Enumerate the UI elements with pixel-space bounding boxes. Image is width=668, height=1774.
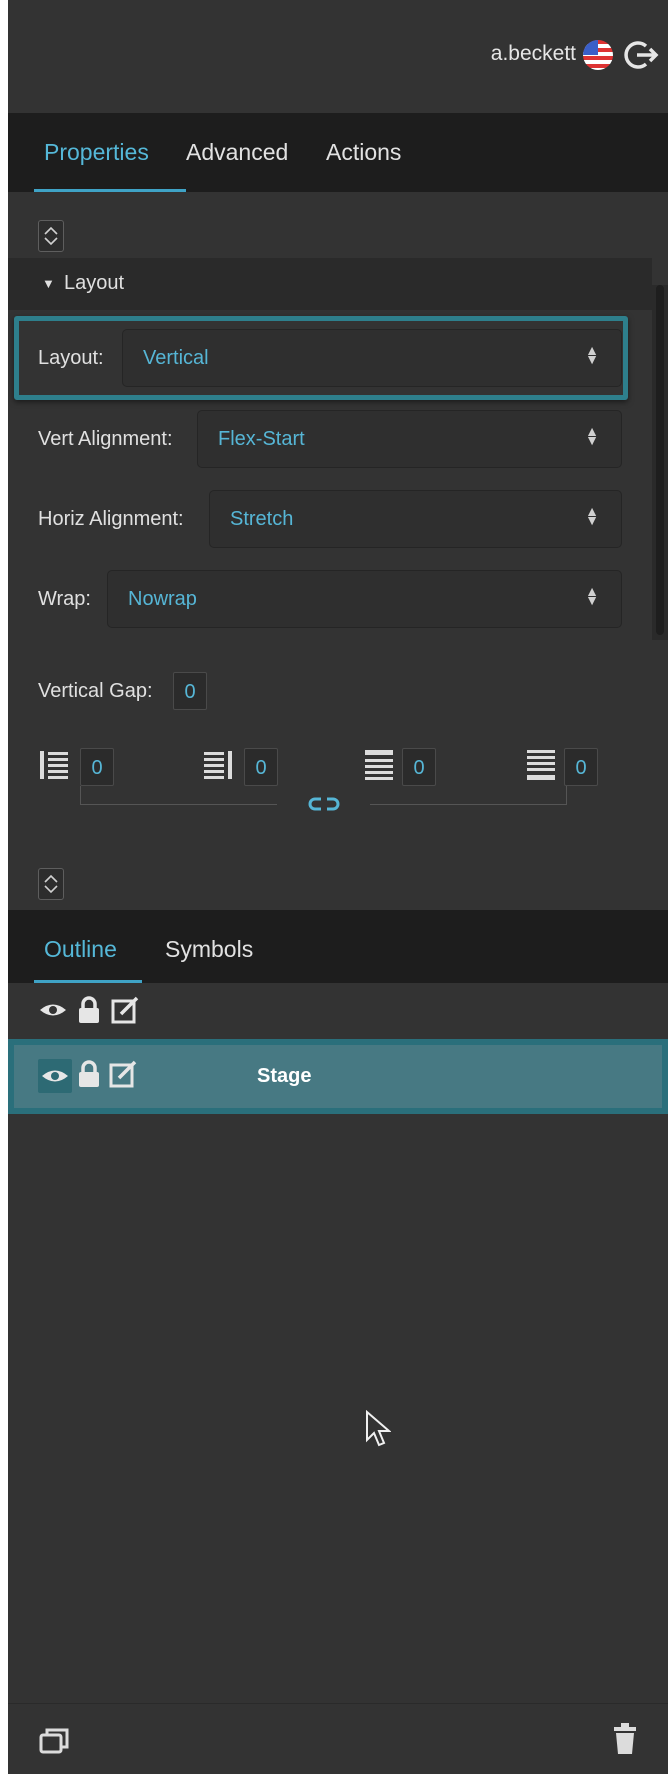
select-arrows-icon: ▲ ▼ <box>585 342 599 367</box>
link-bracket-left <box>80 786 277 805</box>
tab-symbols[interactable]: Symbols <box>165 936 253 963</box>
wrap-value: Nowrap <box>128 588 197 610</box>
vert-alignment-label: Vert Alignment: <box>38 428 173 450</box>
layout-label: Layout: <box>38 347 104 369</box>
tab-properties[interactable]: Properties <box>44 139 149 166</box>
select-arrows-icon: ▲ ▼ <box>585 583 599 608</box>
select-arrows-icon: ▲ ▼ <box>585 503 599 528</box>
horiz-alignment-row: Horiz Alignment: Stretch ▲ ▼ <box>8 490 652 548</box>
link-icon[interactable] <box>308 794 340 814</box>
padding-left-icon <box>40 751 68 779</box>
collapse-expand-icon <box>44 226 58 246</box>
collapse-toggle-button-bottom[interactable] <box>38 868 64 900</box>
stage-row-inner: Stage <box>14 1045 662 1108</box>
outline-footer <box>8 1703 668 1774</box>
tab-advanced[interactable]: Advanced <box>186 139 288 166</box>
layout-row: Layout: Vertical ▲ ▼ <box>8 329 652 387</box>
horiz-alignment-value: Stretch <box>230 508 294 530</box>
us-flag-icon[interactable] <box>583 40 613 70</box>
outline-tabbar: Outline Symbols <box>8 910 668 983</box>
horiz-alignment-select[interactable]: Stretch ▲ ▼ <box>209 490 622 548</box>
stage-name: Stage <box>257 1065 312 1087</box>
padding-row: 0 0 0 0 <box>8 740 652 820</box>
padding-bottom-icon <box>527 750 555 780</box>
properties-panel: ▼ Layout Layout: Vertical ▲ ▼ Vert Alignm… <box>8 192 668 910</box>
vert-alignment-value: Flex-Start <box>218 428 305 450</box>
padding-right-input[interactable]: 0 <box>244 748 278 786</box>
padding-right-icon <box>204 751 232 779</box>
expand-triangle-icon: ▼ <box>42 276 55 291</box>
mouse-cursor-icon <box>366 1410 391 1447</box>
trash-icon[interactable] <box>612 1722 638 1756</box>
layout-section-header[interactable]: ▼ Layout <box>8 258 652 310</box>
padding-left-input[interactable]: 0 <box>80 748 114 786</box>
properties-scrollbar[interactable] <box>652 285 668 640</box>
tab-outline[interactable]: Outline <box>44 936 117 963</box>
padding-top-input[interactable]: 0 <box>402 748 436 786</box>
vertical-gap-input[interactable]: 0 <box>173 672 207 710</box>
vertical-gap-label: Vertical Gap: <box>38 680 153 702</box>
vert-alignment-row: Vert Alignment: Flex-Start ▲ ▼ <box>8 410 652 468</box>
layout-select[interactable]: Vertical ▲ ▼ <box>122 329 622 387</box>
username[interactable]: a.beckett <box>491 42 576 66</box>
duplicate-icon[interactable] <box>38 1726 70 1756</box>
horiz-alignment-label: Horiz Alignment: <box>38 508 184 530</box>
outline-panel: Stage <box>8 983 668 1703</box>
collapse-expand-icon <box>44 874 58 894</box>
top-bar: a.beckett <box>8 0 668 113</box>
outline-header-icons <box>38 993 148 1027</box>
vert-alignment-select[interactable]: Flex-Start ▲ ▼ <box>197 410 622 468</box>
edit-icon[interactable] <box>110 995 140 1025</box>
tab-actions[interactable]: Actions <box>326 139 401 166</box>
select-arrows-icon: ▲ ▼ <box>585 423 599 448</box>
scrollbar-thumb[interactable] <box>656 285 664 635</box>
link-bracket-right <box>370 786 567 805</box>
lock-icon[interactable] <box>76 995 102 1025</box>
vertical-gap-row: Vertical Gap: 0 <box>8 662 652 720</box>
layout-value: Vertical <box>143 347 209 369</box>
wrap-label: Wrap: <box>38 588 91 610</box>
visibility-eye-icon <box>42 1070 68 1082</box>
wrap-select[interactable]: Nowrap ▲ ▼ <box>107 570 622 628</box>
lock-icon[interactable] <box>76 1059 102 1089</box>
padding-bottom-input[interactable]: 0 <box>564 748 598 786</box>
outline-row-stage[interactable]: Stage <box>8 1039 668 1114</box>
visibility-eye-icon[interactable] <box>38 999 68 1021</box>
properties-tabbar: Properties Advanced Actions <box>8 113 668 192</box>
padding-top-icon <box>365 750 393 780</box>
edit-icon[interactable] <box>108 1059 138 1089</box>
logout-icon[interactable] <box>622 36 660 74</box>
wrap-row: Wrap: Nowrap ▲ ▼ <box>8 570 652 628</box>
section-title: Layout <box>64 272 125 294</box>
app-panel: a.beckett Properties Advanced Actions ▼ … <box>8 0 668 1774</box>
collapse-toggle-button[interactable] <box>38 220 64 252</box>
stage-visibility-toggle[interactable] <box>38 1059 72 1093</box>
